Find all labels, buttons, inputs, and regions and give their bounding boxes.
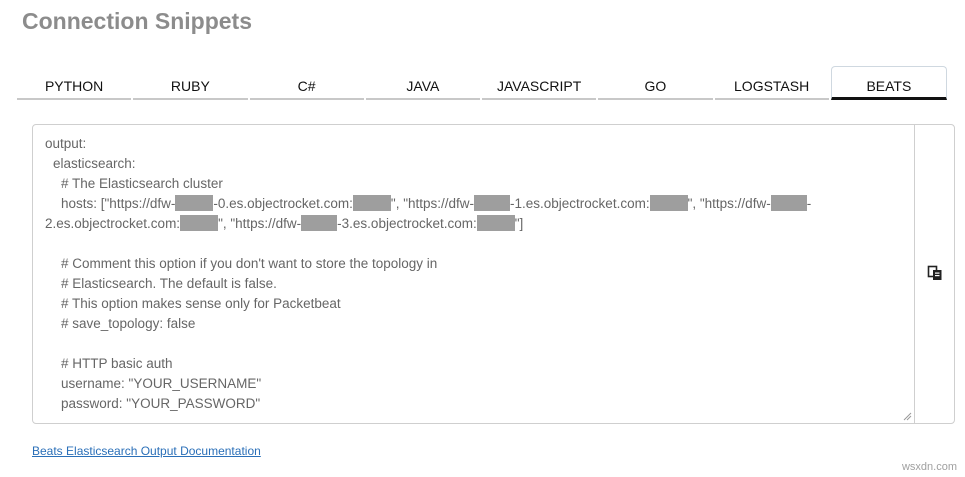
- redacted-block: [180, 215, 219, 231]
- redacted-block: [301, 215, 338, 231]
- tab-beats[interactable]: BEATS: [830, 66, 947, 100]
- code-line: output:: [45, 136, 87, 151]
- code-line: # HTTP basic auth: [61, 356, 173, 371]
- copy-icon[interactable]: [927, 265, 943, 281]
- code-line: elasticsearch:: [53, 156, 136, 171]
- code-textarea[interactable]: output: elasticsearch: # The Elasticsear…: [33, 125, 915, 423]
- tab-csharp[interactable]: C#: [249, 66, 364, 100]
- redacted-block: [770, 195, 807, 211]
- beats-documentation-link[interactable]: Beats Elasticsearch Output Documentation: [32, 444, 261, 458]
- code-line: 2.es.objectrocket.com: ", "https://dfw- -3…: [45, 215, 524, 231]
- code-line: password: "YOUR_PASSWORD": [61, 396, 261, 411]
- redacted-block: [476, 215, 515, 231]
- code-line: # Comment this option if you don't want …: [61, 256, 438, 271]
- watermark-text: wsxdn.com: [901, 461, 957, 473]
- tab-ruby[interactable]: RUBY: [133, 66, 248, 100]
- code-line: # save_topology: false: [61, 316, 196, 331]
- tab-java[interactable]: JAVA: [365, 66, 480, 100]
- code-line: hosts: ["https://dfw- -0.es.objectrocket.…: [61, 195, 812, 211]
- copy-column: [915, 125, 954, 423]
- redacted-block: [352, 195, 391, 211]
- tab-go[interactable]: GO: [598, 66, 713, 100]
- snippet-panel: output: elasticsearch: # The Elasticsear…: [32, 124, 955, 424]
- tab-javascript[interactable]: JAVASCRIPT: [482, 66, 597, 100]
- redacted-block: [175, 195, 214, 211]
- resize-handle-icon[interactable]: [903, 412, 912, 421]
- code-line: # Elasticsearch. The default is false.: [61, 276, 277, 291]
- connection-snippets-page: Connection Snippets PYTHON RUBY C# JAVA …: [0, 0, 965, 477]
- redacted-block: [474, 195, 511, 211]
- code-line: username: "YOUR_USERNAME": [61, 376, 262, 391]
- language-tabs: PYTHON RUBY C# JAVA JAVASCRIPT GO LOGSTA…: [17, 66, 947, 100]
- tab-python[interactable]: PYTHON: [17, 66, 132, 100]
- redacted-block: [649, 195, 688, 211]
- code-line: # This option makes sense only for Packe…: [61, 296, 341, 311]
- page-title: Connection Snippets: [22, 8, 252, 34]
- tab-logstash[interactable]: LOGSTASH: [714, 66, 829, 100]
- code-line: # The Elasticsearch cluster: [61, 176, 223, 191]
